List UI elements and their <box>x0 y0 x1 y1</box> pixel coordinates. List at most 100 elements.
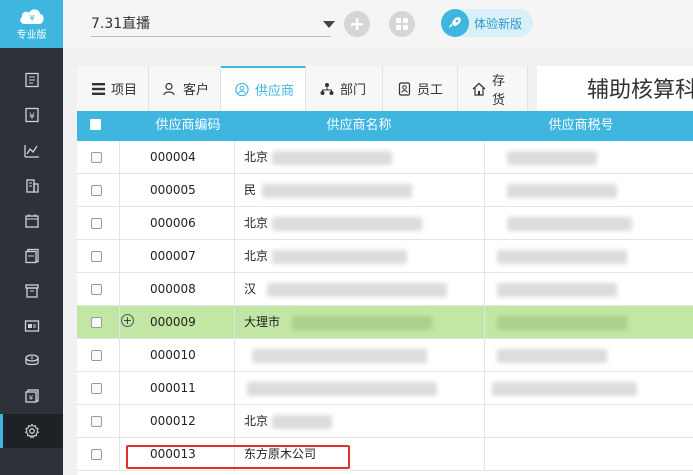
row-checkbox[interactable] <box>91 218 102 229</box>
redacted-region <box>292 316 432 330</box>
supplier-name: 北京 <box>244 216 269 230</box>
supplier-name: 民 <box>244 183 257 197</box>
supplier-code: 000011 <box>150 381 196 395</box>
column-divider <box>484 240 485 273</box>
account-set-value: 7.31直播 <box>91 16 151 32</box>
row-checkbox[interactable] <box>91 317 102 328</box>
column-divider <box>119 339 120 372</box>
supplier-code: 000012 <box>150 414 196 428</box>
redacted-region <box>507 184 617 198</box>
table-row[interactable]: 000011 <box>77 372 693 405</box>
tab-customer[interactable]: 客户 <box>149 66 221 111</box>
cash-icon: ¥ <box>24 354 39 366</box>
sidebar-item-assets[interactable] <box>0 169 63 203</box>
table-row[interactable]: 000004 北京 <box>77 141 693 174</box>
column-divider <box>484 438 485 471</box>
column-divider <box>234 273 235 306</box>
sidebar-item-voucher[interactable]: ¥ <box>0 98 63 132</box>
sidebar-item-cash[interactable]: ¥ <box>0 344 63 378</box>
archive-icon <box>24 284 39 298</box>
tab-inventory[interactable]: 存货 <box>458 66 528 111</box>
supplier-code: 000004 <box>150 150 196 164</box>
table-row[interactable]: 000008 汉 <box>77 273 693 306</box>
row-checkbox[interactable] <box>91 350 102 361</box>
redacted-region <box>492 382 637 396</box>
highlight-annotation-box <box>126 445 350 469</box>
supplier-code: 000009 <box>150 315 196 329</box>
rocket-icon <box>441 9 469 37</box>
sidebar-item-reports[interactable] <box>0 134 63 168</box>
sidebar-item-ledger[interactable] <box>0 63 63 97</box>
tab-employee[interactable]: 员工 <box>383 66 458 111</box>
document-icon <box>24 248 39 264</box>
sidebar-item-books[interactable]: ¥ <box>0 379 63 413</box>
apps-button[interactable] <box>389 11 415 37</box>
redacted-region <box>497 349 607 363</box>
grid-header: 供应商编码 供应商名称 供应商税号 <box>77 111 693 141</box>
redacted-region <box>272 250 407 264</box>
column-divider <box>484 372 485 405</box>
header-supplier-tax-id[interactable]: 供应商税号 <box>486 111 676 141</box>
column-divider <box>119 306 120 339</box>
table-row[interactable]: 000012 北京 <box>77 405 693 438</box>
redacted-region <box>497 316 627 330</box>
table-row[interactable]: 000006 北京 <box>77 207 693 240</box>
report-chart-icon <box>23 145 39 158</box>
house-icon <box>472 82 486 96</box>
image-card-icon <box>24 320 39 332</box>
header-supplier-code[interactable]: 供应商编码 <box>133 111 243 141</box>
supplier-name: 汉 <box>244 282 257 296</box>
row-checkbox[interactable] <box>91 416 102 427</box>
row-checkbox[interactable] <box>91 449 102 460</box>
select-all-checkbox[interactable] <box>90 119 101 130</box>
row-checkbox[interactable] <box>91 152 102 163</box>
redacted-region <box>507 217 632 231</box>
table-row[interactable]: 000010 <box>77 339 693 372</box>
column-divider <box>119 405 120 438</box>
sidebar-item-archive[interactable] <box>0 274 63 308</box>
row-checkbox[interactable] <box>91 251 102 262</box>
voucher-icon: ¥ <box>24 107 39 123</box>
column-divider <box>234 174 235 207</box>
sidebar-item-period[interactable] <box>0 204 63 238</box>
sidebar-item-settings[interactable] <box>0 414 63 448</box>
column-divider <box>234 141 235 174</box>
column-divider <box>119 240 120 273</box>
supplier-code: 000005 <box>150 183 196 197</box>
tab-customer-label: 客户 <box>183 83 210 98</box>
plus-icon <box>351 18 363 30</box>
sidebar-item-documents[interactable] <box>0 239 63 273</box>
column-divider <box>234 240 235 273</box>
supplier-code: 000010 <box>150 348 196 362</box>
try-new-version-button[interactable]: 体验新版 <box>441 9 533 37</box>
supplier-name: 大理市 <box>244 315 281 329</box>
building-icon <box>25 179 39 193</box>
redacted-region <box>247 382 437 396</box>
tab-project[interactable]: 项目 <box>77 66 149 111</box>
table-row[interactable]: 000005 民 <box>77 174 693 207</box>
tab-department[interactable]: 部门 <box>306 66 383 111</box>
table-row[interactable]: 000007 北京 <box>77 240 693 273</box>
supplier-name: 北京 <box>244 249 269 263</box>
app-logo[interactable]: ¥ 专业版 <box>0 0 63 48</box>
supplier-name: 北京 <box>244 150 269 164</box>
add-button[interactable] <box>344 11 370 37</box>
account-set-select[interactable]: 7.31直播 <box>91 12 335 37</box>
redacted-region <box>272 217 422 231</box>
column-divider <box>234 405 235 438</box>
table-row-selected[interactable]: + 000009 大理市 <box>77 306 693 339</box>
tab-supplier[interactable]: 供应商 <box>221 66 306 111</box>
svg-text:¥: ¥ <box>28 394 33 402</box>
column-divider <box>119 207 120 240</box>
row-checkbox[interactable] <box>91 383 102 394</box>
row-checkbox[interactable] <box>91 284 102 295</box>
row-checkbox[interactable] <box>91 185 102 196</box>
header-supplier-name[interactable]: 供应商名称 <box>234 111 484 141</box>
sidebar-item-cards[interactable] <box>0 309 63 343</box>
cloud-logo-icon: ¥ <box>19 9 44 24</box>
grid-apps-icon <box>396 18 408 30</box>
list-icon <box>91 82 105 96</box>
expand-plus-icon[interactable]: + <box>121 314 134 327</box>
column-divider <box>484 273 485 306</box>
supplier-code: 000007 <box>150 249 196 263</box>
